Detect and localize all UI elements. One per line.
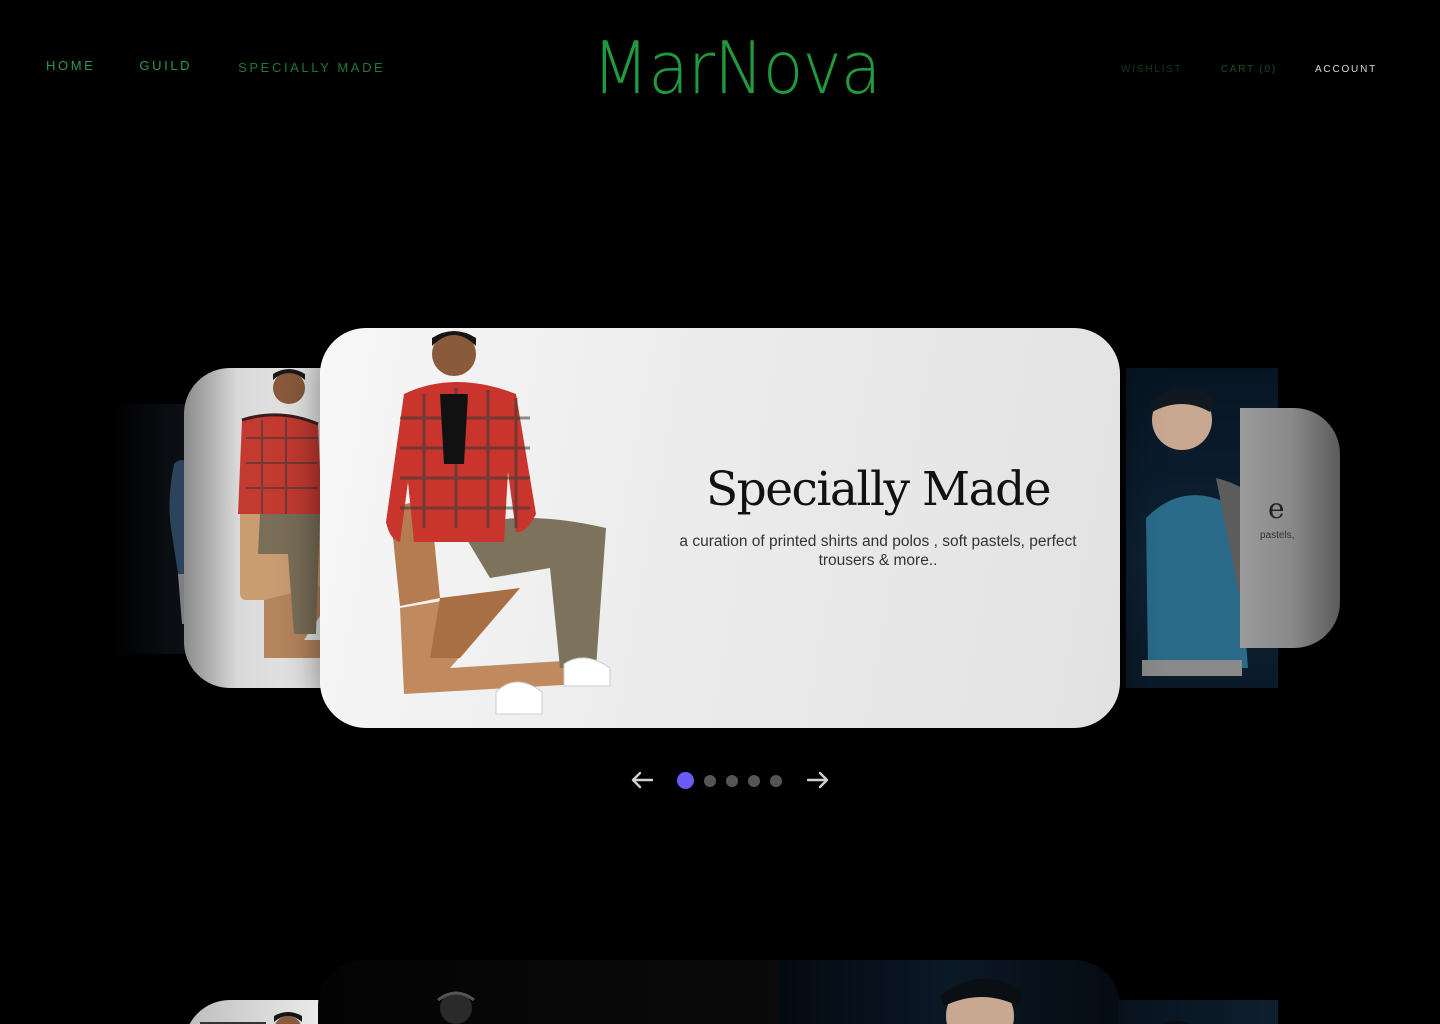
- account-link[interactable]: ACCOUNT: [1315, 64, 1377, 75]
- hero-title: Specially Made: [705, 462, 1052, 517]
- nav-guild-link[interactable]: GUILD: [139, 58, 192, 73]
- model-image: [200, 1012, 302, 1024]
- model-image: [437, 991, 475, 1024]
- page: HOME GUILD SPECIALLY MADE MarNova WISHLI…: [0, 0, 1440, 1024]
- preview-card-2[interactable]: [318, 960, 788, 1024]
- arrow-left-icon: [631, 771, 653, 789]
- carousel-dot-3[interactable]: [726, 774, 738, 787]
- arrow-right-icon: [807, 771, 829, 789]
- nav-home-link[interactable]: HOME: [46, 58, 95, 73]
- model-image: [940, 978, 1024, 1024]
- preview-card-3[interactable]: [780, 960, 1120, 1024]
- carousel-card-active[interactable]: Specially Made a curation of printed shi…: [320, 328, 1120, 728]
- card-title-fragment: e: [1268, 492, 1285, 525]
- card-subtitle-fragment: pastels,: [1260, 530, 1295, 541]
- carousel-prev-button[interactable]: [628, 766, 656, 794]
- nav-specially-made-link[interactable]: SPECIALLY MADE: [238, 60, 385, 75]
- carousel-dot-4[interactable]: [748, 774, 760, 787]
- cart-link[interactable]: CART (0): [1221, 64, 1277, 75]
- carousel-card-far-right[interactable]: e pastels,: [1240, 408, 1340, 648]
- hero-subtitle: a curation of printed shirts and polos ,…: [679, 533, 1077, 569]
- carousel-pagination: [677, 772, 792, 789]
- carousel-next-button[interactable]: [804, 766, 832, 794]
- carousel-dot-2[interactable]: [704, 774, 716, 787]
- preview-card-4[interactable]: [1118, 1000, 1278, 1024]
- account-nav: WISHLIST CART (0) ACCOUNT: [1083, 64, 1377, 75]
- preview-card-1[interactable]: [184, 1000, 324, 1024]
- brand-logo[interactable]: MarNova: [592, 28, 881, 108]
- primary-nav: HOME GUILD SPECIALLY MADE: [46, 58, 385, 75]
- carousel-dot-5[interactable]: [770, 774, 782, 787]
- model-image: [386, 331, 611, 715]
- wishlist-link[interactable]: WISHLIST: [1121, 64, 1183, 75]
- model-image: [1163, 1021, 1189, 1024]
- carousel-dot-1[interactable]: [677, 772, 694, 789]
